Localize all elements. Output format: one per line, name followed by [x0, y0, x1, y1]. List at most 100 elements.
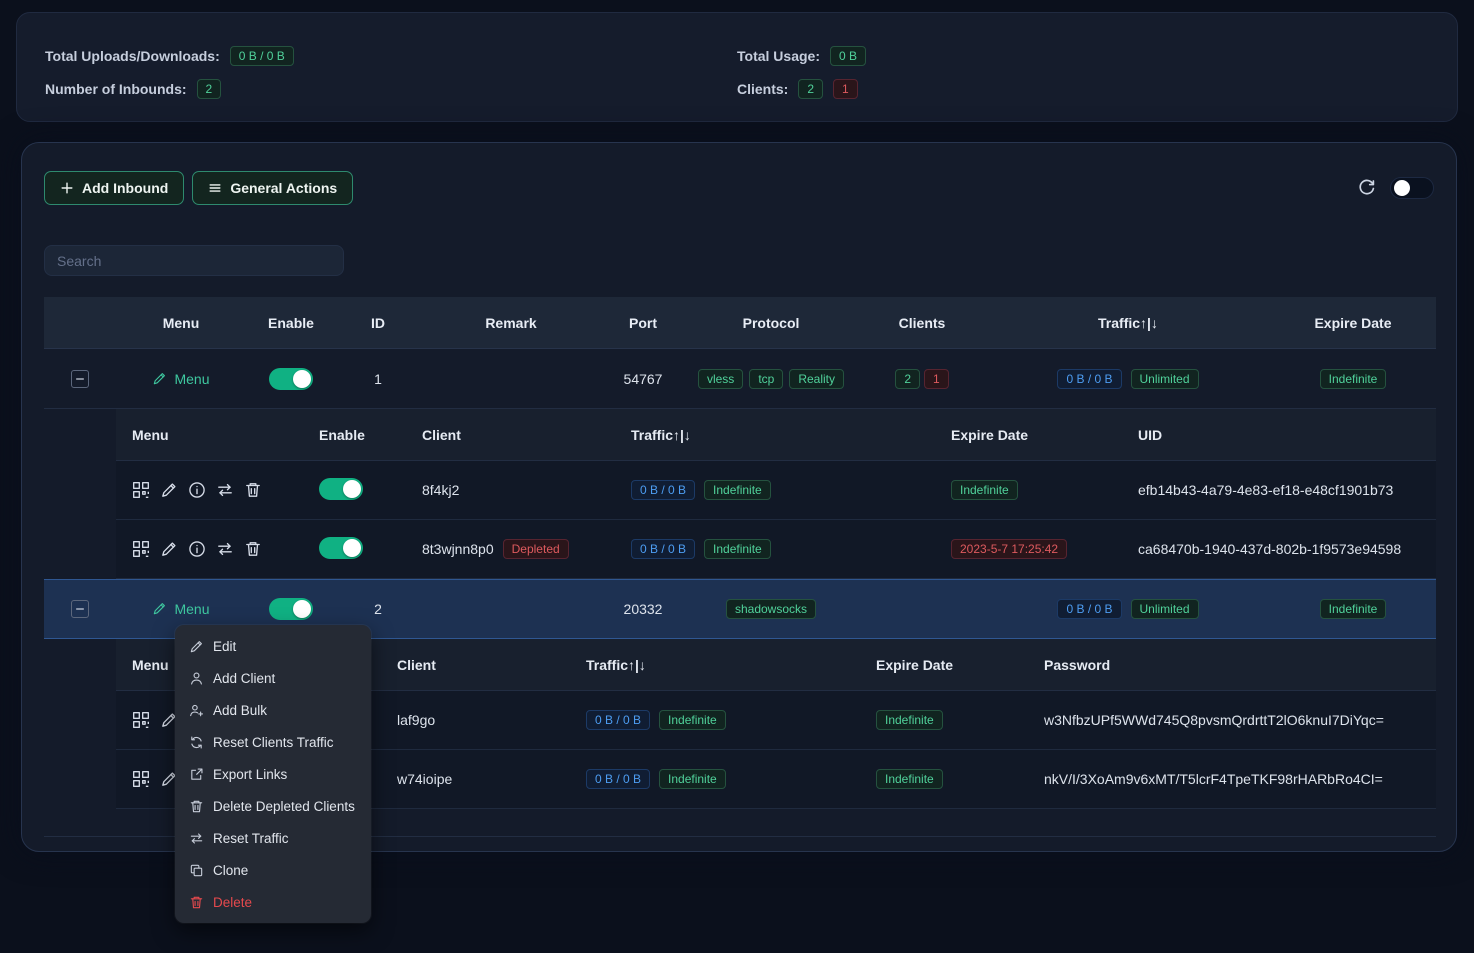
- col-protocol: Protocol: [684, 315, 858, 331]
- inbound-2-traffic-badge: 0 B / 0 B: [1057, 599, 1121, 619]
- total-usage-value: 0 B: [830, 46, 866, 66]
- client-enable-toggle[interactable]: [319, 478, 363, 500]
- client-traffic-badge: 0 B / 0 B: [586, 769, 650, 789]
- collapse-row-button[interactable]: [71, 600, 89, 618]
- menu-item-edit[interactable]: Edit: [175, 630, 371, 662]
- info-icon[interactable]: [188, 481, 206, 499]
- protocol-tag-reality: Reality: [789, 369, 844, 389]
- menu-item-delete[interactable]: Delete: [175, 886, 371, 918]
- search-input[interactable]: [44, 245, 344, 276]
- clients-table-header: Menu Enable Client Traffic↑|↓ Expire Dat…: [116, 409, 1436, 461]
- subcol-uid: UID: [1122, 427, 1436, 443]
- client-traffic-badge: 0 B / 0 B: [586, 710, 650, 730]
- add-client-icon: [189, 671, 204, 686]
- edit-icon[interactable]: [160, 481, 178, 499]
- inbound-1-enable-toggle[interactable]: [269, 368, 313, 390]
- clients-count-line: Clients: 2 1: [737, 78, 1429, 100]
- reset-traffic-icon[interactable]: [216, 481, 234, 499]
- add-inbound-label: Add Inbound: [82, 180, 168, 196]
- menu-item-label: Reset Clients Traffic: [213, 735, 334, 750]
- edit-icon[interactable]: [160, 540, 178, 558]
- clients-depleted-value: 1: [833, 79, 858, 99]
- inbounds-count-line: Number of Inbounds: 2: [45, 78, 737, 100]
- inbound-1-traffic-badge: 0 B / 0 B: [1057, 369, 1121, 389]
- edit-icon: [189, 639, 204, 654]
- menu-item-add-client[interactable]: Add Client: [175, 662, 371, 694]
- menu-item-label: Clone: [213, 863, 248, 878]
- general-actions-button[interactable]: General Actions: [192, 171, 353, 205]
- menu-item-label: Delete Depleted Clients: [213, 799, 355, 814]
- delete-icon[interactable]: [244, 540, 262, 558]
- subcol-enable: Enable: [303, 427, 406, 443]
- minus-icon: [74, 603, 86, 615]
- total-uploads-value: 0 B / 0 B: [230, 46, 294, 66]
- client-name: 8f4kj2: [406, 482, 615, 498]
- toggle-knob: [293, 370, 311, 388]
- client-password: nkV/I/3XoAm9v6xMT/T5lcrF4TpeTKF98rHARbRo…: [1028, 771, 1436, 787]
- info-icon[interactable]: [188, 540, 206, 558]
- subcol-traffic: Traffic↑|↓: [615, 427, 935, 443]
- menu-item-delete-depleted-clients[interactable]: Delete Depleted Clients: [175, 790, 371, 822]
- col-expire-date: Expire Date: [1270, 315, 1436, 331]
- inbound-2-enable-toggle[interactable]: [269, 598, 313, 620]
- toolbar: Add Inbound General Actions: [44, 171, 1434, 205]
- add-inbound-button[interactable]: Add Inbound: [44, 171, 184, 205]
- refresh-icon[interactable]: [1357, 179, 1376, 198]
- menu-item-reset-clients-traffic[interactable]: Reset Clients Traffic: [175, 726, 371, 758]
- total-uploads-label: Total Uploads/Downloads:: [45, 48, 220, 64]
- qrcode-icon[interactable]: [132, 770, 150, 788]
- qrcode-icon[interactable]: [132, 711, 150, 729]
- client-name: 8t3wjnn8p0: [422, 541, 494, 557]
- inbound-actions-menu: Edit Add Client Add Bulk Reset Clients T…: [175, 625, 371, 923]
- collapse-row-button[interactable]: [71, 370, 89, 388]
- qrcode-icon[interactable]: [132, 540, 150, 558]
- edit-icon: [152, 371, 167, 386]
- toggle-knob: [343, 480, 361, 498]
- reset-traffic-icon[interactable]: [216, 540, 234, 558]
- theme-toggle[interactable]: [1390, 177, 1434, 199]
- menu-item-add-bulk[interactable]: Add Bulk: [175, 694, 371, 726]
- inbound-1-menu-button[interactable]: Menu: [152, 371, 209, 387]
- edit-icon: [152, 601, 167, 616]
- delete-depleted-clients-icon: [189, 799, 204, 814]
- menu-item-export-links[interactable]: Export Links: [175, 758, 371, 790]
- client-traffic-limit-badge: Indefinite: [659, 769, 726, 789]
- subcol-client: Client: [381, 657, 570, 673]
- client-name: laf9go: [381, 712, 570, 728]
- inbound-1-id: 1: [336, 371, 420, 387]
- plus-icon: [60, 181, 74, 195]
- inbound-1-menu-label: Menu: [174, 371, 209, 387]
- client-uid: ca68470b-1940-437d-802b-1f9573e94598: [1122, 541, 1436, 557]
- stats-left-column: Total Uploads/Downloads: 0 B / 0 B Numbe…: [45, 45, 737, 100]
- client-traffic-badge: 0 B / 0 B: [631, 480, 695, 500]
- stats-card: Total Uploads/Downloads: 0 B / 0 B Numbe…: [16, 12, 1458, 122]
- inbound-2-menu-label: Menu: [174, 601, 209, 617]
- client-enable-toggle[interactable]: [319, 537, 363, 559]
- qrcode-icon[interactable]: [132, 481, 150, 499]
- inbound-1-expire-badge: Indefinite: [1320, 369, 1387, 389]
- menu-item-label: Add Bulk: [213, 703, 267, 718]
- client-traffic-limit-badge: Indefinite: [659, 710, 726, 730]
- subcol-menu: Menu: [116, 427, 303, 443]
- client-traffic-badge: 0 B / 0 B: [631, 539, 695, 559]
- client-expire-badge: Indefinite: [876, 769, 943, 789]
- delete-icon: [189, 895, 204, 910]
- inbound-1-traffic-limit-badge: Unlimited: [1131, 369, 1199, 389]
- delete-icon[interactable]: [244, 481, 262, 499]
- col-enable: Enable: [246, 315, 336, 331]
- protocol-tag-vless: vless: [698, 369, 743, 389]
- inbound-2-port: 20332: [602, 601, 684, 617]
- menu-item-clone[interactable]: Clone: [175, 854, 371, 886]
- clone-icon: [189, 863, 204, 878]
- menu-item-label: Reset Traffic: [213, 831, 289, 846]
- client-row-8t3wjnn8p0: 8t3wjnn8p0 Depleted 0 B / 0 B Indefinite…: [116, 520, 1436, 579]
- menu-item-label: Edit: [213, 639, 236, 654]
- export-links-icon: [189, 767, 204, 782]
- reset-traffic-icon: [189, 831, 204, 846]
- col-id: ID: [336, 315, 420, 331]
- theme-toggle-knob: [1394, 180, 1410, 196]
- menu-item-reset-traffic[interactable]: Reset Traffic: [175, 822, 371, 854]
- reset-clients-traffic-icon: [189, 735, 204, 750]
- inbound-2-menu-button[interactable]: Menu: [152, 601, 209, 617]
- inbounds-table-header: Menu Enable ID Remark Port Protocol Clie…: [44, 297, 1436, 349]
